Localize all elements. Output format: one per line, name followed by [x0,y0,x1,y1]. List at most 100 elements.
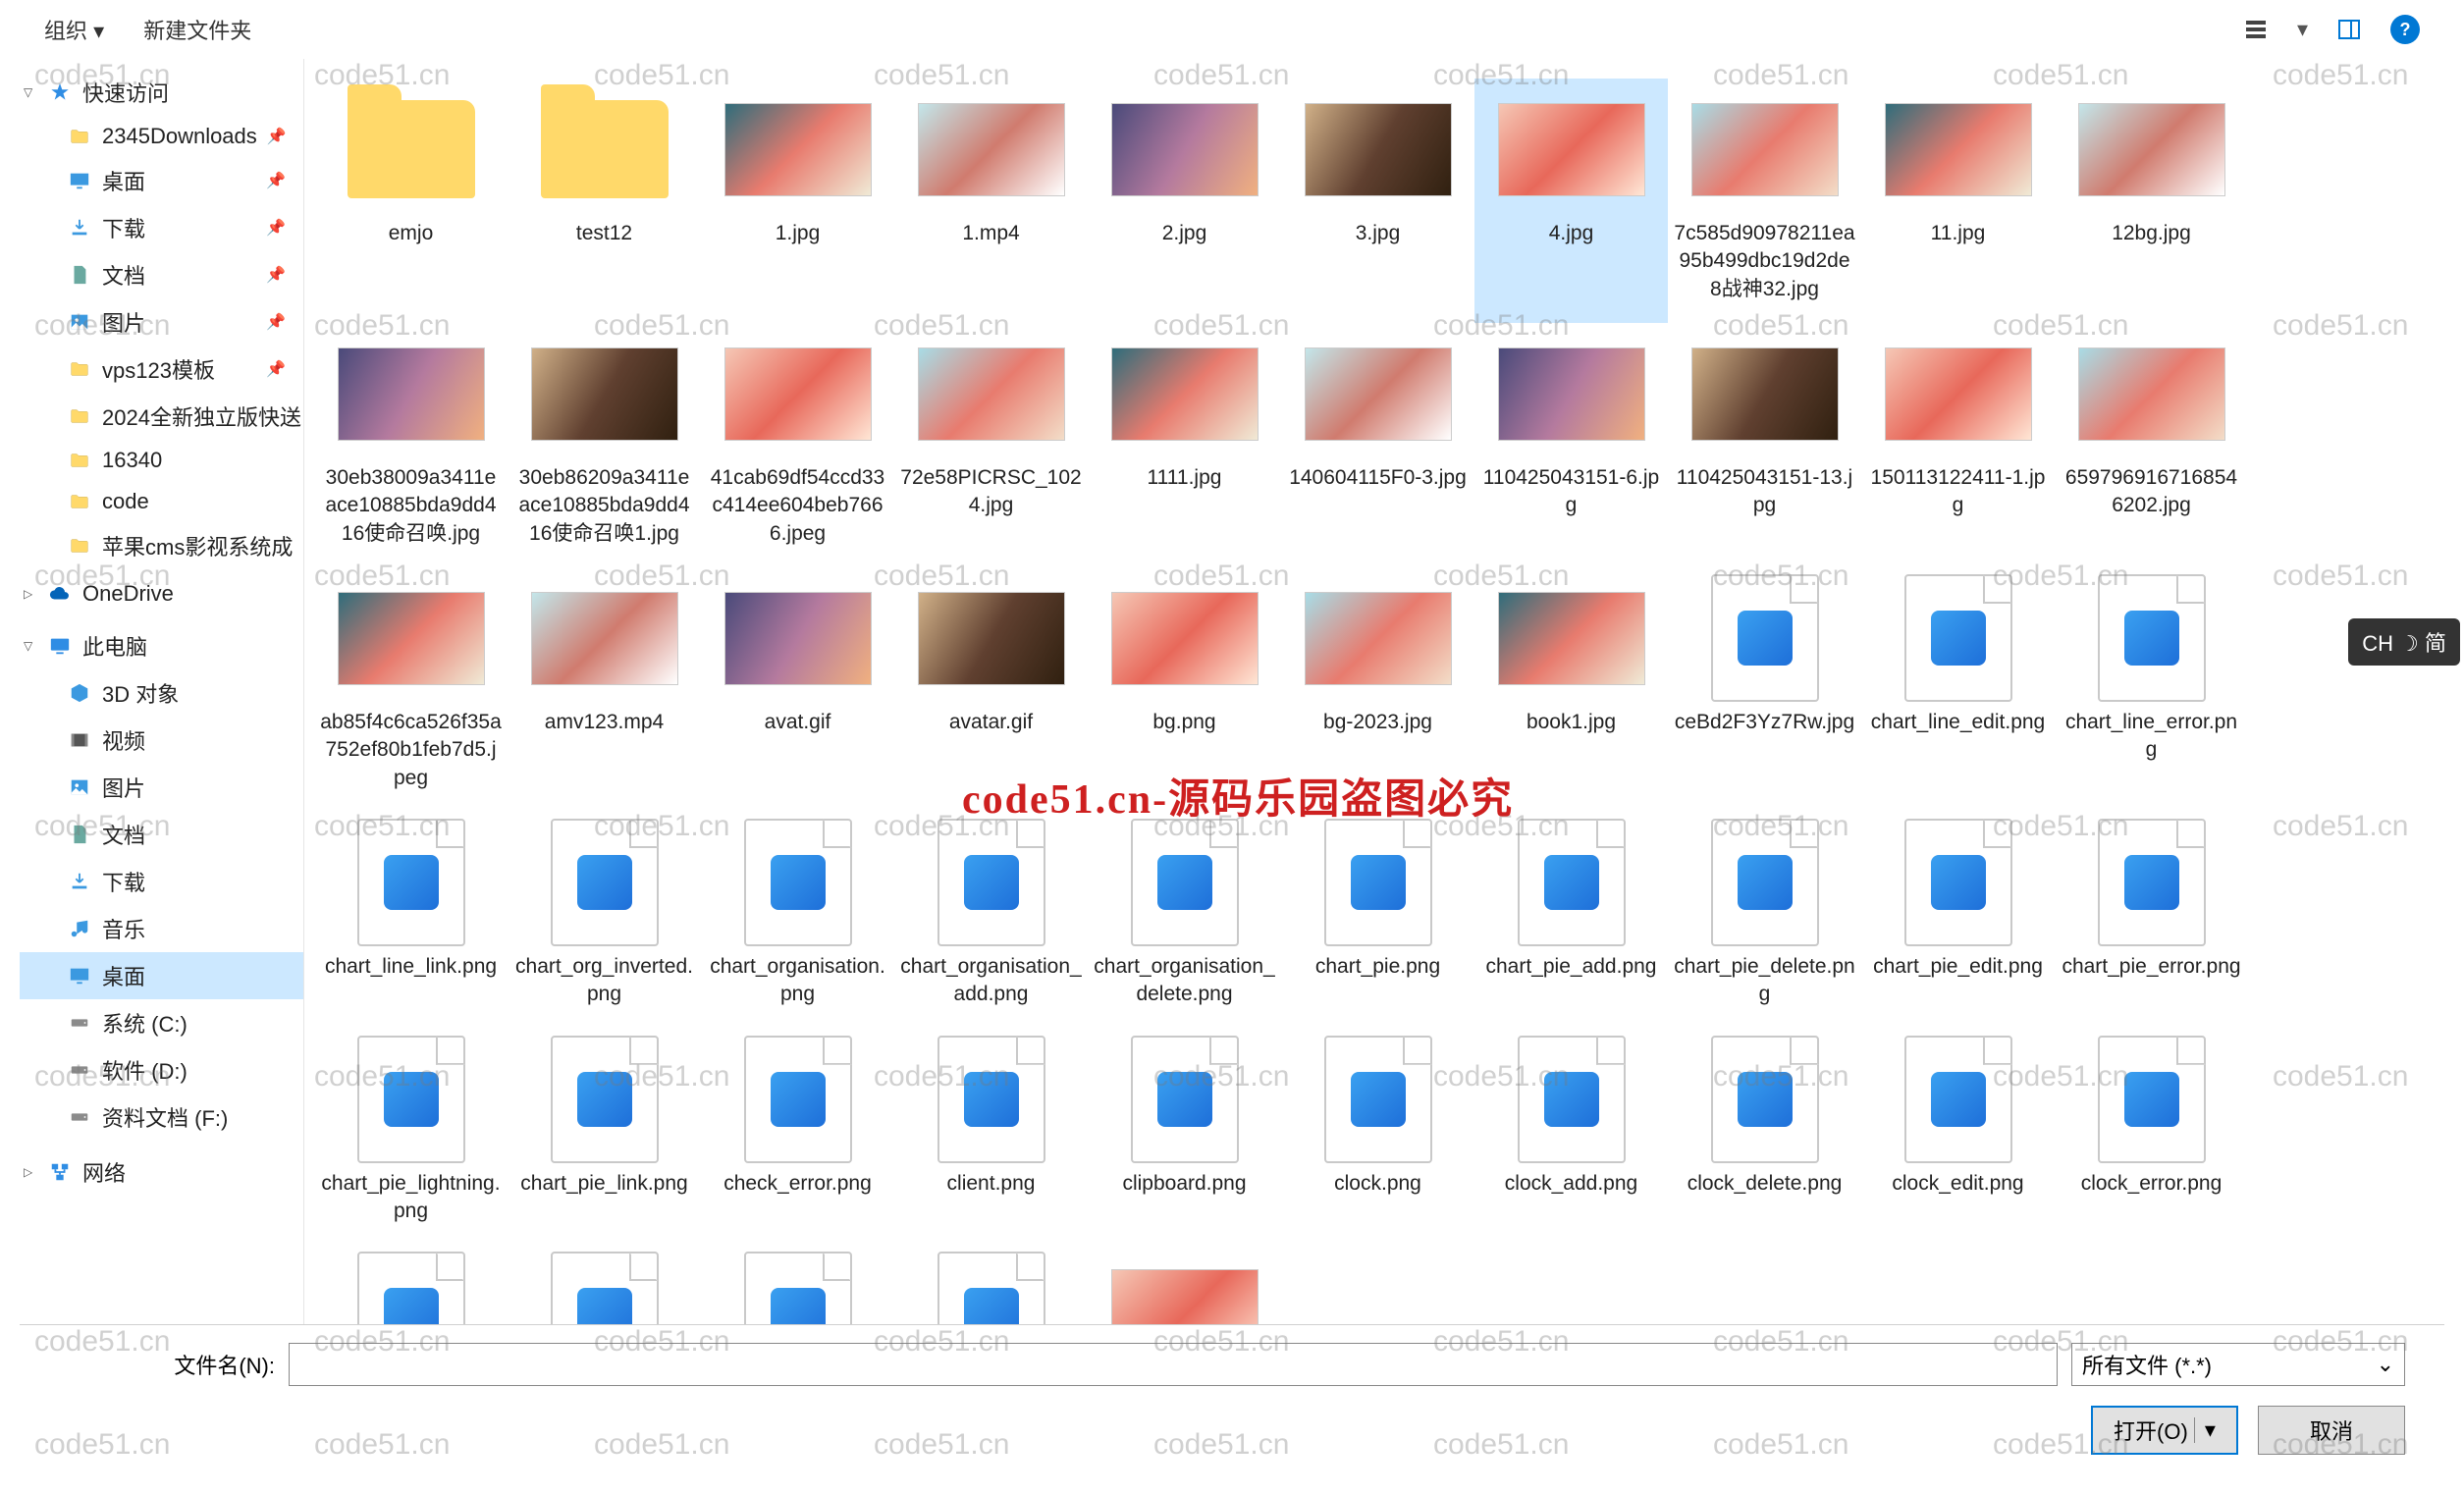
file-item[interactable]: clock_add.png [1474,1029,1668,1246]
file-item[interactable]: chart_pie.png [1281,812,1474,1029]
sidebar-item[interactable]: 音乐 [20,905,303,952]
preview-pane-icon[interactable] [2337,18,2361,41]
file-item[interactable]: chart_pie_error.png [2055,812,2248,1029]
chevron-down-icon[interactable]: ▾ [2297,17,2308,42]
sidebar-item[interactable]: 图片 [20,764,303,811]
file-item[interactable]: clock_delete.png [1668,1029,1861,1246]
file-item[interactable]: 1.jpg [701,79,894,323]
file-item[interactable]: 110425043151-6.jpg [1474,323,1668,567]
file-item[interactable]: d9fcb449fa428b1cc001b40527b [1088,1245,1281,1324]
sidebar-item[interactable]: 资料文档 (F:) [20,1094,303,1141]
file-item[interactable]: 4.jpg [1474,79,1668,323]
file-item[interactable]: chart_organisation_add.png [894,812,1088,1029]
file-item[interactable]: chart_pie_add.png [1474,812,1668,1029]
image-placeholder-icon [937,1252,1045,1324]
file-item[interactable]: clock_link.png [508,1245,701,1324]
file-item[interactable]: clock_edit.png [1861,1029,2055,1246]
file-item[interactable]: clock_pause.png [701,1245,894,1324]
organize-menu[interactable]: 组织 ▾ [44,14,104,45]
file-item[interactable]: chart_line_edit.png [1861,567,2055,812]
network[interactable]: ▷ 网络 [20,1148,303,1196]
file-item[interactable]: 3.jpg [1281,79,1474,323]
file-item[interactable]: clock_error.png [2055,1029,2248,1246]
sidebar-item[interactable]: 软件 (D:) [20,1046,303,1094]
file-name-label: chart_pie_add.png [1486,953,1657,981]
file-item[interactable]: client.png [894,1029,1088,1246]
open-button[interactable]: 打开(O) ▾ [2091,1406,2238,1455]
file-name-label: clock_add.png [1505,1170,1637,1198]
file-item[interactable]: 140604115F0-3.jpg [1281,323,1474,567]
file-item[interactable]: 30eb86209a3411eace10885bda9dd416使命召唤1.jp… [508,323,701,567]
file-item[interactable]: chart_pie_edit.png [1861,812,2055,1029]
file-name-label: 41cab69df54ccd33c414ee604beb7666.jpeg [707,464,888,548]
this-pc[interactable]: ▽ 此电脑 [20,622,303,669]
sidebar-item[interactable]: 16340 [20,440,303,481]
help-icon[interactable]: ? [2390,15,2420,44]
thumbnail [338,347,485,441]
cloud-icon [47,581,73,607]
file-name-label: clock_delete.png [1687,1170,1843,1198]
sidebar-item[interactable]: 3D 对象 [20,669,303,717]
file-name-label: chart_pie_error.png [2062,953,2240,981]
file-item[interactable]: avat.gif [701,567,894,812]
file-item[interactable]: 6597969167168546202.jpg [2055,323,2248,567]
file-item[interactable]: 1111.jpg [1088,323,1281,567]
file-item[interactable]: 72e58PICRSC_1024.jpg [894,323,1088,567]
cancel-button[interactable]: 取消 [2258,1406,2405,1455]
file-list-pane[interactable]: emjotest121.jpg1.mp42.jpg3.jpg4.jpg7c585… [304,59,2444,1324]
file-item[interactable]: emjo [314,79,508,323]
file-item[interactable]: chart_pie_delete.png [1668,812,1861,1029]
sidebar-item[interactable]: 2345Downloads📌 [20,116,303,157]
file-item[interactable]: chart_line_link.png [314,812,508,1029]
file-item[interactable]: chart_org_inverted.png [508,812,701,1029]
sidebar-item[interactable]: 文档📌 [20,251,303,298]
sidebar-item[interactable]: vps123模板📌 [20,346,303,393]
file-item[interactable]: ceBd2F3Yz7Rw.jpg [1668,567,1861,812]
file-item[interactable]: chart_pie_link.png [508,1029,701,1246]
sidebar-item[interactable]: 2024全新独立版快送 [20,393,303,440]
sidebar-item[interactable]: 桌面 [20,952,303,999]
onedrive[interactable]: ▷ OneDrive [20,573,303,614]
file-item[interactable]: code51.png [894,1245,1088,1324]
sidebar-item[interactable]: 苹果cms影视系统成 [20,522,303,569]
sidebar-item[interactable]: 桌面📌 [20,157,303,204]
file-type-filter[interactable]: 所有文件 (*.*) ⌄ [2071,1343,2405,1386]
sidebar-item[interactable]: 系统 (C:) [20,999,303,1046]
file-item[interactable]: clock.png [1281,1029,1474,1246]
file-item[interactable]: 2.jpg [1088,79,1281,323]
file-item[interactable]: check_error.png [701,1029,894,1246]
file-item[interactable]: ab85f4c6ca526f35a752ef80b1feb7d5.jpeg [314,567,508,812]
file-item[interactable]: chart_organisation.png [701,812,894,1029]
file-item[interactable]: chart_line_error.png [2055,567,2248,812]
file-item[interactable]: amv123.mp4 [508,567,701,812]
file-item[interactable]: 30eb38009a3411eace10885bda9dd416使命召唤.jpg [314,323,508,567]
sidebar-item[interactable]: 图片📌 [20,298,303,346]
sidebar-item[interactable]: 下载 [20,858,303,905]
sidebar-item[interactable]: code [20,481,303,522]
filename-input[interactable] [289,1343,2058,1386]
file-name-label: book1.jpg [1527,709,1616,736]
sidebar-item[interactable]: 文档 [20,811,303,858]
file-item[interactable]: clock_go.png [314,1245,508,1324]
image-placeholder-icon [1904,819,2012,946]
file-item[interactable]: 1.mp4 [894,79,1088,323]
file-item[interactable]: 11.jpg [1861,79,2055,323]
file-item[interactable]: chart_organisation_delete.png [1088,812,1281,1029]
quick-access[interactable]: ▽ 快速访问 [20,69,303,116]
file-item[interactable]: 110425043151-13.jpg [1668,323,1861,567]
thumbnail [1885,103,2032,196]
file-item[interactable]: clipboard.png [1088,1029,1281,1246]
drive-icon [67,1104,92,1130]
file-item[interactable]: 41cab69df54ccd33c414ee604beb7666.jpeg [701,323,894,567]
file-item[interactable]: chart_pie_lightning.png [314,1029,508,1246]
sidebar-item-label: 图片 [102,306,145,338]
documents-icon [67,262,92,288]
new-folder-button[interactable]: 新建文件夹 [143,14,251,45]
view-mode-icon[interactable] [2244,18,2268,41]
file-item[interactable]: test12 [508,79,701,323]
file-item[interactable]: 7c585d90978211ea95b499dbc19d2de8战神32.jpg [1668,79,1861,323]
sidebar-item[interactable]: 下载📌 [20,204,303,251]
file-item[interactable]: 150113122411-1.jpg [1861,323,2055,567]
file-item[interactable]: 12bg.jpg [2055,79,2248,323]
sidebar-item[interactable]: 视频 [20,717,303,764]
